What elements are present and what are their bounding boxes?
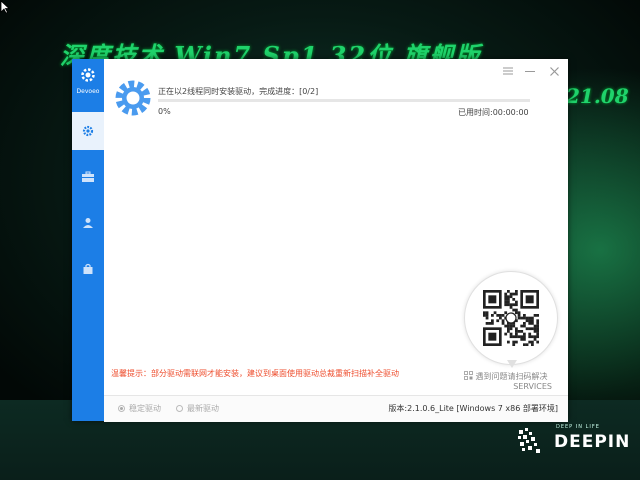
toolbox-icon (82, 171, 94, 182)
install-status-text: 正在以2线程同时安装驱动，完成进度：[0/2] (158, 87, 319, 96)
footer-bar: 稳定驱动 最新驱动 版本:2.1.0.6_Lite [Windows 7 x86… (104, 395, 568, 422)
driver-installer-window: Devoeo 正在以2线程同时安装驱动，完成进度：[0/2] 0% 已用时间:0… (72, 59, 568, 422)
qr-help-text: 遇到问题请扫码解决 (464, 371, 548, 382)
qr-bubble-tail (507, 360, 517, 368)
radio-stable-driver[interactable]: 稳定驱动 (118, 403, 161, 414)
close-button[interactable] (546, 63, 562, 79)
radio-latest-driver[interactable]: 最新驱动 (176, 403, 219, 414)
user-icon (83, 218, 93, 228)
qr-help-label: 遇到问题请扫码解决 (475, 372, 548, 381)
warning-tip: 温馨提示：部分驱动需联网才能安装，建议到桌面使用驱动总裁重新扫描补全驱动 (111, 369, 399, 378)
version-info: 版本:2.1.0.6_Lite [Windows 7 x86 部署环境] (388, 404, 558, 413)
menu-button[interactable] (500, 63, 516, 79)
progress-percent: 0% (158, 107, 171, 116)
sidebar-item-user[interactable] (72, 204, 104, 242)
app-logo: Devoeo (72, 67, 104, 95)
qr-code-bubble (464, 271, 558, 365)
installing-gear-icon (115, 80, 151, 116)
gear-icon (82, 125, 94, 137)
elapsed-time: 已用时间:00:00:00 (458, 108, 529, 117)
radio-stable-dot[interactable] (118, 405, 125, 412)
wallpaper-date: 21.08 (566, 84, 629, 108)
qr-services-label: SERVICES (513, 382, 552, 391)
radio-stable-label: 稳定驱动 (129, 404, 161, 413)
sidebar-item-toolbox[interactable] (72, 158, 104, 196)
radio-latest-label: 最新驱动 (187, 404, 219, 413)
sidebar-item-bag[interactable] (72, 250, 104, 288)
deepin-wordmark: DEEPIN (554, 432, 631, 452)
menu-icon (503, 67, 513, 75)
app-logo-text: Devoeo (76, 88, 100, 95)
deepin-logo: DEEP IN LIFE DEEPIN (516, 420, 629, 460)
scan-icon (464, 371, 473, 380)
radio-latest-dot[interactable] (176, 405, 183, 412)
deepin-tagline: DEEP IN LIFE (556, 424, 600, 430)
qr-code-image (483, 290, 539, 346)
install-progress-bar (158, 99, 530, 102)
app-logo-icon (81, 68, 95, 82)
mouse-cursor-icon (0, 0, 10, 14)
sidebar-item-settings[interactable] (72, 112, 104, 150)
minimize-icon (525, 71, 535, 72)
sidebar: Devoeo (72, 59, 104, 421)
minimize-button[interactable] (522, 63, 538, 79)
bag-icon (83, 263, 93, 274)
deepin-emblem-icon (518, 428, 540, 453)
close-icon (549, 66, 559, 76)
